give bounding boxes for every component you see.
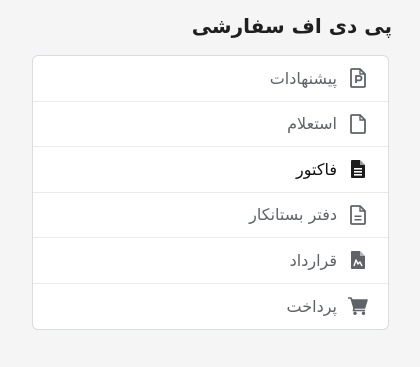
- menu-item-label: قرارداد: [289, 250, 337, 270]
- menu-item-label: پرداخت: [286, 296, 337, 316]
- menu-item-label: استعلام: [287, 114, 337, 134]
- menu-item-proposals[interactable]: پیشنهادات: [33, 56, 388, 102]
- menu-item-label: فاکتور: [296, 159, 337, 179]
- menu-item-invoice[interactable]: فاکتور: [33, 147, 388, 193]
- invoice-file-icon: [347, 158, 369, 180]
- menu-item-inquiry[interactable]: استعلام: [33, 102, 388, 147]
- menu-item-label: دفتر بستانکار: [249, 205, 337, 225]
- page-title: پی دی اف سفارشی: [191, 14, 392, 38]
- ledger-file-icon: [347, 204, 369, 226]
- contract-file-icon: [347, 249, 369, 271]
- menu-item-label: پیشنهادات: [269, 68, 337, 88]
- blank-file-icon: [347, 113, 369, 135]
- menu-item-contract[interactable]: قرارداد: [33, 238, 388, 284]
- menu-item-credit-ledger[interactable]: دفتر بستانکار: [33, 193, 388, 238]
- menu-item-payment[interactable]: پرداخت: [33, 284, 388, 330]
- pdf-type-menu: پیشنهادات استعلام فاکتور دفتر بستانکار ق…: [32, 55, 389, 330]
- shopping-cart-icon: [347, 295, 369, 317]
- custom-pdf-panel: پی دی اف سفارشی پیشنهادات استعلام فاکتور…: [0, 0, 420, 367]
- proposal-p-file-icon: [347, 67, 369, 89]
